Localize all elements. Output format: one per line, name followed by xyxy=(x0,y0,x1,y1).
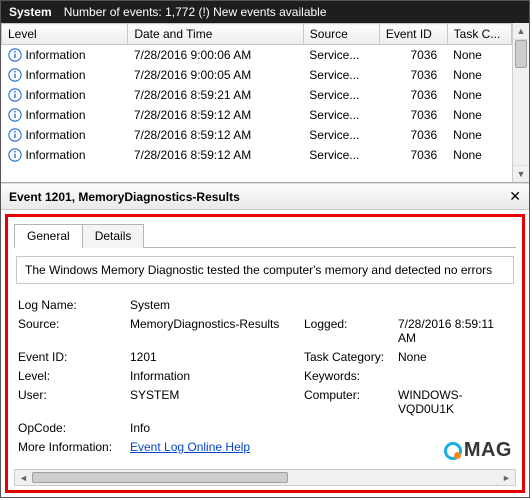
info-icon xyxy=(8,108,22,122)
scroll-left-arrow[interactable]: ◄ xyxy=(15,473,32,483)
table-row[interactable]: Information 7/28/2016 8:59:12 AMService..… xyxy=(2,145,512,165)
col-level[interactable]: Level xyxy=(2,24,128,45)
col-eventid[interactable]: Event ID xyxy=(379,24,447,45)
close-icon[interactable]: ✕ xyxy=(509,188,521,205)
info-icon xyxy=(8,88,22,102)
info-icon xyxy=(8,148,22,162)
label-eventid: Event ID: xyxy=(18,350,126,364)
vertical-scrollbar[interactable]: ▲ ▼ xyxy=(512,23,529,182)
label-level: Level: xyxy=(18,369,126,383)
event-message: The Windows Memory Diagnostic tested the… xyxy=(16,256,514,284)
value-opcode: Info xyxy=(130,421,512,435)
detail-tabs: General Details xyxy=(14,223,516,248)
column-headers[interactable]: Level Date and Time Source Event ID Task… xyxy=(2,24,512,45)
detail-pane-header: Event 1201, MemoryDiagnostics-Results ✕ xyxy=(1,183,529,210)
table-row[interactable]: Information 7/28/2016 8:59:21 AMService..… xyxy=(2,85,512,105)
cell-taskcat: None xyxy=(447,85,511,105)
value-eventid: 1201 xyxy=(130,350,300,364)
value-computer: WINDOWS-VQD0U1K xyxy=(398,388,512,416)
cell-datetime: 7/28/2016 8:59:12 AM xyxy=(128,105,303,125)
table-row[interactable]: Information 7/28/2016 9:00:05 AMService..… xyxy=(2,65,512,85)
hscroll-thumb[interactable] xyxy=(32,472,288,483)
cell-level: Information xyxy=(26,68,86,82)
cell-eventid: 7036 xyxy=(379,145,447,165)
label-keywords: Keywords: xyxy=(304,369,394,383)
detail-title: Event 1201, MemoryDiagnostics-Results xyxy=(9,190,240,204)
label-source: Source: xyxy=(18,317,126,345)
cell-level: Information xyxy=(26,48,86,62)
log-title: System xyxy=(9,5,52,19)
cell-eventid: 7036 xyxy=(379,65,447,85)
label-logname: Log Name: xyxy=(18,298,126,312)
value-logname: System xyxy=(130,298,512,312)
cell-source: Service... xyxy=(303,85,379,105)
cell-datetime: 7/28/2016 9:00:06 AM xyxy=(128,45,303,65)
cell-source: Service... xyxy=(303,125,379,145)
cell-taskcat: None xyxy=(447,105,511,125)
event-count-status: Number of events: 1,772 (!) New events a… xyxy=(64,5,327,19)
events-grid: Level Date and Time Source Event ID Task… xyxy=(1,23,529,183)
tab-general[interactable]: General xyxy=(14,224,83,248)
cell-datetime: 7/28/2016 8:59:12 AM xyxy=(128,145,303,165)
value-logged: 7/28/2016 8:59:11 AM xyxy=(398,317,512,345)
cell-datetime: 7/28/2016 9:00:05 AM xyxy=(128,65,303,85)
event-log-online-help-link[interactable]: Event Log Online Help xyxy=(130,440,250,454)
label-opcode: OpCode: xyxy=(18,421,126,435)
cell-eventid: 7036 xyxy=(379,85,447,105)
tab-details[interactable]: Details xyxy=(82,224,145,248)
col-taskcat[interactable]: Task C... xyxy=(447,24,511,45)
table-row[interactable]: Information 7/28/2016 9:00:06 AMService..… xyxy=(2,45,512,65)
table-row[interactable]: Information 7/28/2016 8:59:12 AMService..… xyxy=(2,125,512,145)
cell-eventid: 7036 xyxy=(379,125,447,145)
label-user: User: xyxy=(18,388,126,416)
cell-eventid: 7036 xyxy=(379,45,447,65)
scroll-thumb[interactable] xyxy=(515,40,527,68)
col-datetime[interactable]: Date and Time xyxy=(128,24,303,45)
label-taskcat: Task Category: xyxy=(304,350,394,364)
scroll-down-arrow[interactable]: ▼ xyxy=(513,165,529,182)
label-logged: Logged: xyxy=(304,317,394,345)
col-source[interactable]: Source xyxy=(303,24,379,45)
info-icon xyxy=(8,128,22,142)
label-moreinfo: More Information: xyxy=(18,440,126,454)
scroll-up-arrow[interactable]: ▲ xyxy=(513,23,529,40)
cell-level: Information xyxy=(26,148,86,162)
cell-source: Service... xyxy=(303,145,379,165)
cell-level: Information xyxy=(26,128,86,142)
cell-eventid: 7036 xyxy=(379,105,447,125)
detail-pane: General Details The Windows Memory Diagn… xyxy=(5,214,525,493)
scroll-right-arrow[interactable]: ► xyxy=(498,473,515,483)
value-taskcat: None xyxy=(398,350,512,364)
label-computer: Computer: xyxy=(304,388,394,416)
titlebar: System Number of events: 1,772 (!) New e… xyxy=(1,1,529,23)
cell-taskcat: None xyxy=(447,65,511,85)
cell-datetime: 7/28/2016 8:59:12 AM xyxy=(128,125,303,145)
info-icon xyxy=(8,68,22,82)
value-keywords xyxy=(398,369,512,383)
value-user: SYSTEM xyxy=(130,388,300,416)
horizontal-scrollbar[interactable]: ◄ ► xyxy=(14,469,516,486)
watermark-icon xyxy=(444,442,462,460)
cell-source: Service... xyxy=(303,105,379,125)
watermark-logo: MAG xyxy=(444,439,512,462)
cell-taskcat: None xyxy=(447,145,511,165)
event-viewer-window: System Number of events: 1,772 (!) New e… xyxy=(0,0,530,498)
table-row[interactable]: Information 7/28/2016 8:59:12 AMService..… xyxy=(2,105,512,125)
cell-source: Service... xyxy=(303,65,379,85)
cell-level: Information xyxy=(26,108,86,122)
cell-source: Service... xyxy=(303,45,379,65)
cell-level: Information xyxy=(26,88,86,102)
value-source: MemoryDiagnostics-Results xyxy=(130,317,300,345)
cell-taskcat: None xyxy=(447,45,511,65)
cell-taskcat: None xyxy=(447,125,511,145)
info-icon xyxy=(8,48,22,62)
event-properties: Log Name: System Source: MemoryDiagnosti… xyxy=(14,298,516,454)
value-level: Information xyxy=(130,369,300,383)
cell-datetime: 7/28/2016 8:59:21 AM xyxy=(128,85,303,105)
